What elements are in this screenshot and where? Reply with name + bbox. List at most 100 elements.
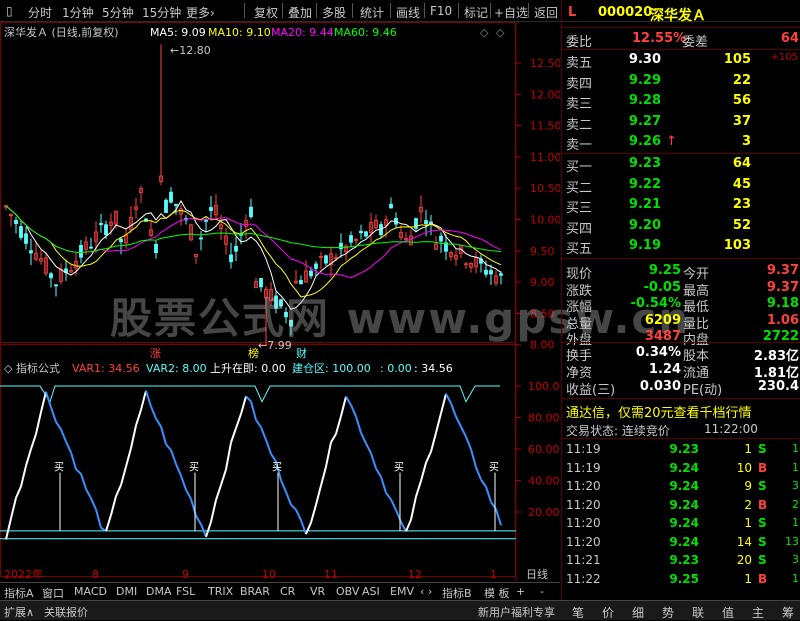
toolbar-item-6[interactable]: 叠加 — [288, 4, 312, 21]
ask-volume: 105 — [723, 52, 751, 67]
indicator-tab-8[interactable]: CR — [280, 585, 295, 598]
oscillator-segment — [260, 426, 267, 441]
oscillator-segment — [20, 465, 27, 487]
layout-icon[interactable]: ▯ — [6, 4, 13, 18]
price-axis-label: 12.00 — [530, 88, 560, 101]
indicator-tab-15[interactable]: 模 板 — [484, 585, 510, 601]
indicator-tab-4[interactable]: DMA — [146, 585, 172, 598]
oscillator-segment — [245, 395, 252, 403]
indicator-tab-10[interactable]: OBV — [336, 585, 359, 598]
weicha-value: 64 — [780, 31, 799, 46]
time-axis-label: 9 — [182, 568, 189, 581]
panel-tab-0[interactable]: 笔 — [572, 604, 584, 621]
indicator-tab-11[interactable]: ASI — [362, 585, 380, 598]
stat-row: 涨幅 -0.54% 最低 9.18 — [562, 295, 800, 315]
toolbar-item-10[interactable]: F10 — [430, 4, 452, 18]
tick-time: 11:22 — [566, 571, 601, 586]
candle-body — [349, 235, 353, 243]
bid-volume: 45 — [732, 176, 751, 192]
toolbar-item-4[interactable]: 更多› — [186, 4, 215, 21]
indicator-tab-2[interactable]: MACD — [74, 585, 107, 598]
indicator-tab-9[interactable]: VR — [310, 585, 325, 598]
stat-value: 6209 — [644, 312, 681, 328]
ma5-label: MA5: 9.09 — [150, 26, 206, 39]
panel-tab-1[interactable]: 价 — [602, 604, 614, 621]
oscillator-segment — [145, 390, 152, 407]
tick-side: B — [758, 571, 768, 586]
candle-body — [259, 278, 263, 288]
expand-button[interactable]: 扩展∧ — [4, 604, 34, 620]
toolbar-item-0[interactable]: 分时 — [28, 4, 52, 21]
weibi-label: 委比 — [566, 35, 593, 50]
indicator-tab-7[interactable]: BRAR — [240, 585, 270, 598]
oscillator-segment — [320, 466, 327, 486]
indicator-axis-label: 40.00 — [528, 475, 560, 488]
indicator-tab-6[interactable]: TRIX — [208, 585, 233, 598]
tick-volume: 1 — [744, 571, 752, 586]
price-axis-label: 8.50 — [530, 307, 555, 320]
tick-time: 11:21 — [566, 553, 601, 567]
buy-signal-label: 买 — [272, 462, 282, 474]
panel-tab-7[interactable]: 筹 — [782, 604, 794, 621]
tick-row: 11:21 9.23 20 S 3 — [562, 551, 800, 569]
candle-body — [229, 254, 233, 263]
ask-row: 卖五 9.30 105 +105 — [562, 51, 800, 71]
indicator-tab-3[interactable]: DMI — [116, 585, 137, 598]
indicator-tab-17[interactable]: - — [540, 585, 544, 598]
indicator-axis-label: 60.00 — [528, 443, 560, 456]
tick-price: 9.23 — [669, 553, 699, 567]
toolbar-item-3[interactable]: 15分钟 — [142, 4, 181, 21]
toolbar-item-1[interactable]: 1分钟 — [62, 4, 94, 21]
indicator-tab-12[interactable]: EMV — [390, 585, 414, 598]
panel-tab-3[interactable]: 势 — [662, 604, 674, 621]
candle-body — [209, 207, 213, 211]
panel-tab-4[interactable]: 联 — [692, 604, 704, 621]
kline-chart[interactable]: 深华发Ａ (日线,前复权) MA5: 9.09 MA10: 9.10 MA20: 9.… — [0, 22, 562, 600]
toolbar-item-5[interactable]: 复权 — [254, 4, 278, 21]
value6-label: : 34.56 — [414, 362, 453, 375]
promo-link[interactable]: 新用户福利专享 — [478, 604, 555, 620]
indicator-tab-0[interactable]: 指标A — [4, 585, 34, 601]
divider — [562, 153, 800, 154]
fund-value: 1.24 — [648, 362, 681, 377]
indicator-tab-13[interactable]: ‹ › — [420, 585, 432, 598]
panel-tab-6[interactable]: 主 — [752, 604, 764, 621]
panel-tab-5[interactable]: 值 — [722, 604, 734, 621]
toolbar-item-2[interactable]: 5分钟 — [102, 4, 134, 21]
indicator-tab-5[interactable]: FSL — [176, 585, 195, 598]
toolbar-separator — [352, 3, 353, 18]
indicator-tab-1[interactable]: 窗口 — [42, 585, 64, 601]
oscillator-segment — [330, 433, 337, 443]
indicator-tabs: 指标A 窗口 MACD DMI DMA FSL TRIX BRAR CR VR OBV ASI EMV ‹… — [0, 582, 560, 600]
indicator-tab-16[interactable]: + — [516, 585, 525, 598]
oscillator-segment — [230, 427, 237, 443]
candle-body — [174, 203, 178, 206]
divider — [562, 398, 800, 399]
toolbar-item-13[interactable]: 返回 — [534, 4, 558, 21]
ad-banner[interactable]: 通达信，仅需20元查看千档行情 — [566, 402, 752, 421]
toolbar-item-11[interactable]: 标记 — [464, 4, 488, 21]
chart-area[interactable]: 深华发Ａ (日线,前复权) MA5: 9.09 MA10: 9.10 MA20: 9.… — [0, 22, 562, 600]
tick-row: 11:20 9.24 1 S 1 — [562, 514, 800, 532]
oscillator-segment — [135, 409, 142, 426]
time-axis-label: 10 — [262, 568, 276, 581]
panel-tab-2[interactable]: 细 — [632, 604, 644, 621]
toolbar-item-7[interactable]: 多股 — [322, 4, 346, 21]
candle-body — [424, 220, 428, 225]
tick-count: 1 — [792, 460, 799, 474]
low-mark: ←7.99 — [258, 339, 292, 352]
tick-side: S — [758, 442, 767, 456]
ask-volume: 22 — [732, 72, 751, 88]
price-axis-label: 10.00 — [530, 214, 560, 227]
toolbar-item-12[interactable]: +自选 — [494, 4, 528, 21]
indicator-tab-14[interactable]: 指标B — [442, 585, 472, 601]
ask-label: 卖四 — [566, 76, 593, 92]
fund-row: 收益(三) 0.030 PE(动) 230.4 — [562, 378, 800, 398]
oscillator-segment — [215, 484, 222, 501]
toolbar-item-8[interactable]: 统计 — [360, 4, 384, 21]
oscillator-segment — [30, 433, 37, 450]
oscillator-segment — [110, 495, 117, 516]
toolbar-item-9[interactable]: 画线 — [396, 4, 420, 21]
related-quote-button[interactable]: 关联报价 — [44, 604, 88, 620]
oscillator-segment — [5, 518, 12, 540]
